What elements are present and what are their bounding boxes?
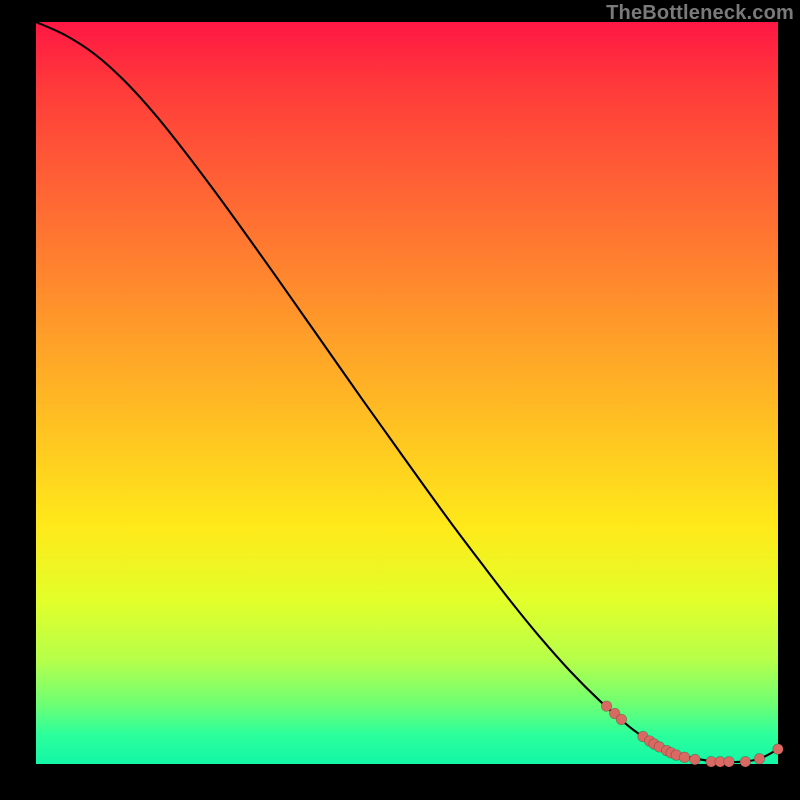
chart-stage: TheBottleneck.com xyxy=(0,0,800,800)
data-marker xyxy=(679,752,690,763)
data-marker xyxy=(724,756,735,767)
chart-svg xyxy=(36,22,778,764)
data-marker xyxy=(740,756,751,767)
data-marker xyxy=(690,754,701,765)
bottleneck-curve xyxy=(36,22,778,762)
marker-group xyxy=(601,701,783,767)
data-marker xyxy=(773,744,784,755)
data-marker xyxy=(616,714,627,725)
data-marker xyxy=(754,754,765,765)
data-marker xyxy=(601,701,612,712)
watermark-text: TheBottleneck.com xyxy=(606,2,794,25)
plot-area xyxy=(36,22,778,764)
